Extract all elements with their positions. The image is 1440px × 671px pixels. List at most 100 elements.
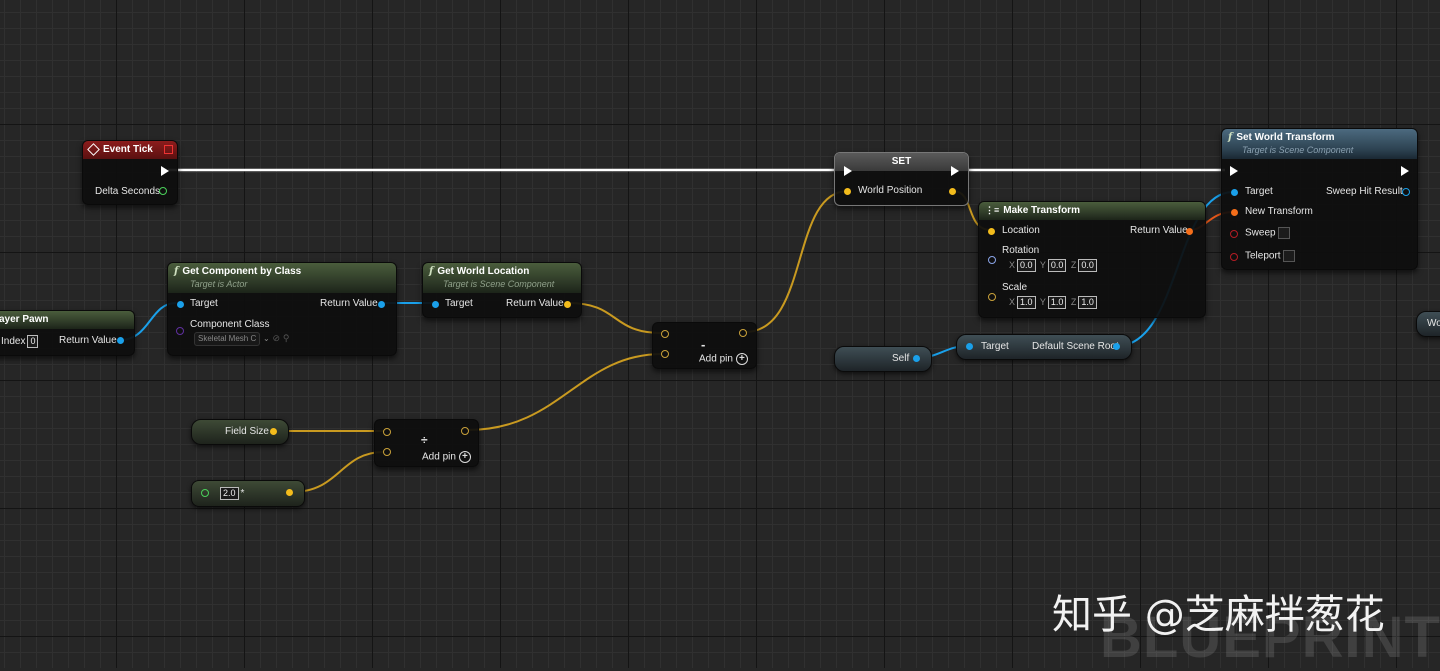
- offscreen-node[interactable]: Wo: [1416, 311, 1440, 337]
- gcbc-return-value-pin[interactable]: [378, 301, 385, 308]
- teleport-checkbox[interactable]: [1283, 250, 1296, 262]
- event-delegate-icon: [164, 145, 173, 154]
- set-world-position-out-pin[interactable]: [949, 188, 956, 195]
- float-const-value[interactable]: 2.0: [220, 487, 239, 500]
- add-pin-icon[interactable]: +: [735, 353, 748, 365]
- set-header: SET: [835, 153, 968, 171]
- rotation-z-input[interactable]: 0.0: [1078, 259, 1097, 272]
- default-scene-root-node[interactable]: Target Default Scene Root: [956, 334, 1132, 360]
- dsr-target-pin[interactable]: [966, 343, 973, 350]
- div-input-a-pin[interactable]: [383, 428, 391, 436]
- div-add-pin-button[interactable]: Add pin +: [422, 451, 471, 464]
- chevron-down-icon: ⌄: [263, 334, 270, 343]
- player-index-input[interactable]: 0: [27, 335, 39, 348]
- swt-teleport-pin[interactable]: [1230, 253, 1238, 261]
- gwl-target-pin[interactable]: [432, 301, 439, 308]
- swt-teleport-label: Teleport: [1245, 250, 1296, 263]
- set-world-transform-title: Set World Transform: [1236, 132, 1335, 143]
- divide-node[interactable]: ÷ Add pin +: [374, 419, 479, 467]
- mt-location-label: Location: [1002, 225, 1040, 236]
- delta-seconds-pin[interactable]: [159, 187, 167, 195]
- event-tick-node[interactable]: Event Tick Delta Seconds: [82, 140, 178, 205]
- set-world-position-in-pin[interactable]: [844, 188, 851, 195]
- sub-add-pin-button[interactable]: Add pin +: [699, 353, 748, 366]
- float-const-input-pin[interactable]: [201, 489, 209, 497]
- set-exec-out-pin[interactable]: [951, 166, 959, 176]
- pawn-return-value-pin[interactable]: [117, 337, 124, 344]
- mt-return-value-pin[interactable]: [1186, 228, 1193, 235]
- get-world-location-header: f Get World Location Target is Scene Comp…: [423, 263, 581, 293]
- clear-icon[interactable]: ⊘: [273, 333, 281, 343]
- div-input-b-pin[interactable]: [383, 448, 391, 456]
- set-world-transform-node[interactable]: f Set World Transform Target is Scene Com…: [1221, 128, 1418, 270]
- get-component-by-class-node[interactable]: f Get Component by Class Target is Actor …: [167, 262, 397, 356]
- mt-rotation-fields: X 0.0 Y 0.0 Z 0.0: [1009, 259, 1099, 272]
- self-reference-node[interactable]: Self: [834, 346, 932, 372]
- z-axis-label: Z: [1070, 260, 1077, 270]
- set-title: SET: [891, 156, 912, 167]
- mt-scale-pin[interactable]: [988, 293, 996, 301]
- swt-sweep-hit-result-label: Sweep Hit Result: [1326, 186, 1403, 197]
- get-world-location-node[interactable]: f Get World Location Target is Scene Comp…: [422, 262, 582, 318]
- rotation-y-input[interactable]: 0.0: [1047, 259, 1067, 272]
- div-output-pin[interactable]: [461, 427, 469, 435]
- function-icon: f: [429, 266, 434, 277]
- set-exec-in-pin[interactable]: [844, 166, 852, 176]
- make-transform-node[interactable]: ⋮≡ Make Transform Location Return Value R…: [978, 201, 1206, 318]
- self-output-pin[interactable]: [913, 355, 920, 362]
- event-tick-title: Event Tick: [103, 144, 153, 155]
- wire-div-to-sub: [467, 353, 663, 431]
- gwl-return-value-pin[interactable]: [564, 301, 571, 308]
- dsr-output-pin[interactable]: [1113, 343, 1120, 350]
- swt-exec-in-pin[interactable]: [1230, 166, 1238, 176]
- float-const-field: 2.0 *: [218, 487, 244, 500]
- gcbc-class-value[interactable]: Skeletal Mesh C: [194, 332, 261, 346]
- sweep-checkbox[interactable]: [1278, 227, 1291, 239]
- offscreen-label: Wo: [1427, 318, 1440, 329]
- divide-symbol: ÷: [421, 433, 428, 447]
- gcbc-component-class-pin[interactable]: [176, 327, 184, 335]
- get-player-pawn-node[interactable]: ayer Pawn Index 0 Return Value: [0, 310, 135, 356]
- set-world-transform-subtitle: Target is Scene Component: [1242, 145, 1354, 155]
- scale-x-input[interactable]: 1.0: [1017, 296, 1036, 309]
- sub-output-pin[interactable]: [739, 329, 747, 337]
- float-constant-node[interactable]: 2.0 *: [191, 480, 305, 507]
- subtract-node[interactable]: - Add pin +: [652, 322, 757, 369]
- player-index-label: Index 0: [1, 335, 40, 348]
- delta-seconds-label: Delta Seconds: [95, 186, 161, 197]
- gcbc-component-class-label: Component Class: [190, 319, 270, 330]
- gcbc-return-value-label: Return Value: [320, 298, 378, 309]
- gcbc-target-label: Target: [190, 298, 218, 309]
- wire-getloc-to-sub: [567, 302, 663, 334]
- sub-input-a-pin[interactable]: [661, 330, 669, 338]
- y-axis-label: Y: [1039, 297, 1046, 307]
- swt-new-transform-pin[interactable]: [1231, 209, 1238, 216]
- sub-input-b-pin[interactable]: [661, 350, 669, 358]
- mt-return-value-label: Return Value: [1130, 225, 1188, 236]
- swt-exec-out-pin[interactable]: [1401, 166, 1409, 176]
- rotation-x-input[interactable]: 0.0: [1017, 259, 1036, 272]
- mt-rotation-pin[interactable]: [988, 256, 996, 264]
- swt-sweep-hit-result-pin[interactable]: [1402, 188, 1410, 196]
- scale-z-input[interactable]: 1.0: [1078, 296, 1097, 309]
- field-size-variable[interactable]: Field Size: [191, 419, 289, 445]
- z-axis-label: Z: [1070, 297, 1077, 307]
- pawn-return-value-label: Return Value: [59, 335, 117, 346]
- swt-sweep-pin[interactable]: [1230, 230, 1238, 238]
- float-const-output-pin[interactable]: [286, 489, 293, 496]
- exec-out-pin[interactable]: [161, 166, 169, 176]
- field-size-label: Field Size: [225, 426, 269, 437]
- search-icon[interactable]: ⚲: [283, 333, 290, 343]
- make-struct-icon: ⋮≡: [985, 205, 1000, 215]
- event-tick-header: Event Tick: [83, 141, 177, 159]
- scale-y-input[interactable]: 1.0: [1047, 296, 1067, 309]
- sub-add-pin-label: Add pin: [699, 353, 733, 365]
- field-size-pin[interactable]: [270, 428, 277, 435]
- swt-target-pin[interactable]: [1231, 189, 1238, 196]
- get-player-pawn-title: ayer Pawn: [0, 314, 49, 325]
- gcbc-class-dropdown[interactable]: Skeletal Mesh C ⌄ ⊘ ⚲: [194, 332, 289, 346]
- add-pin-icon[interactable]: +: [458, 451, 471, 463]
- gcbc-target-pin[interactable]: [177, 301, 184, 308]
- mt-location-pin[interactable]: [988, 228, 995, 235]
- set-world-position-node[interactable]: SET World Position: [834, 152, 969, 206]
